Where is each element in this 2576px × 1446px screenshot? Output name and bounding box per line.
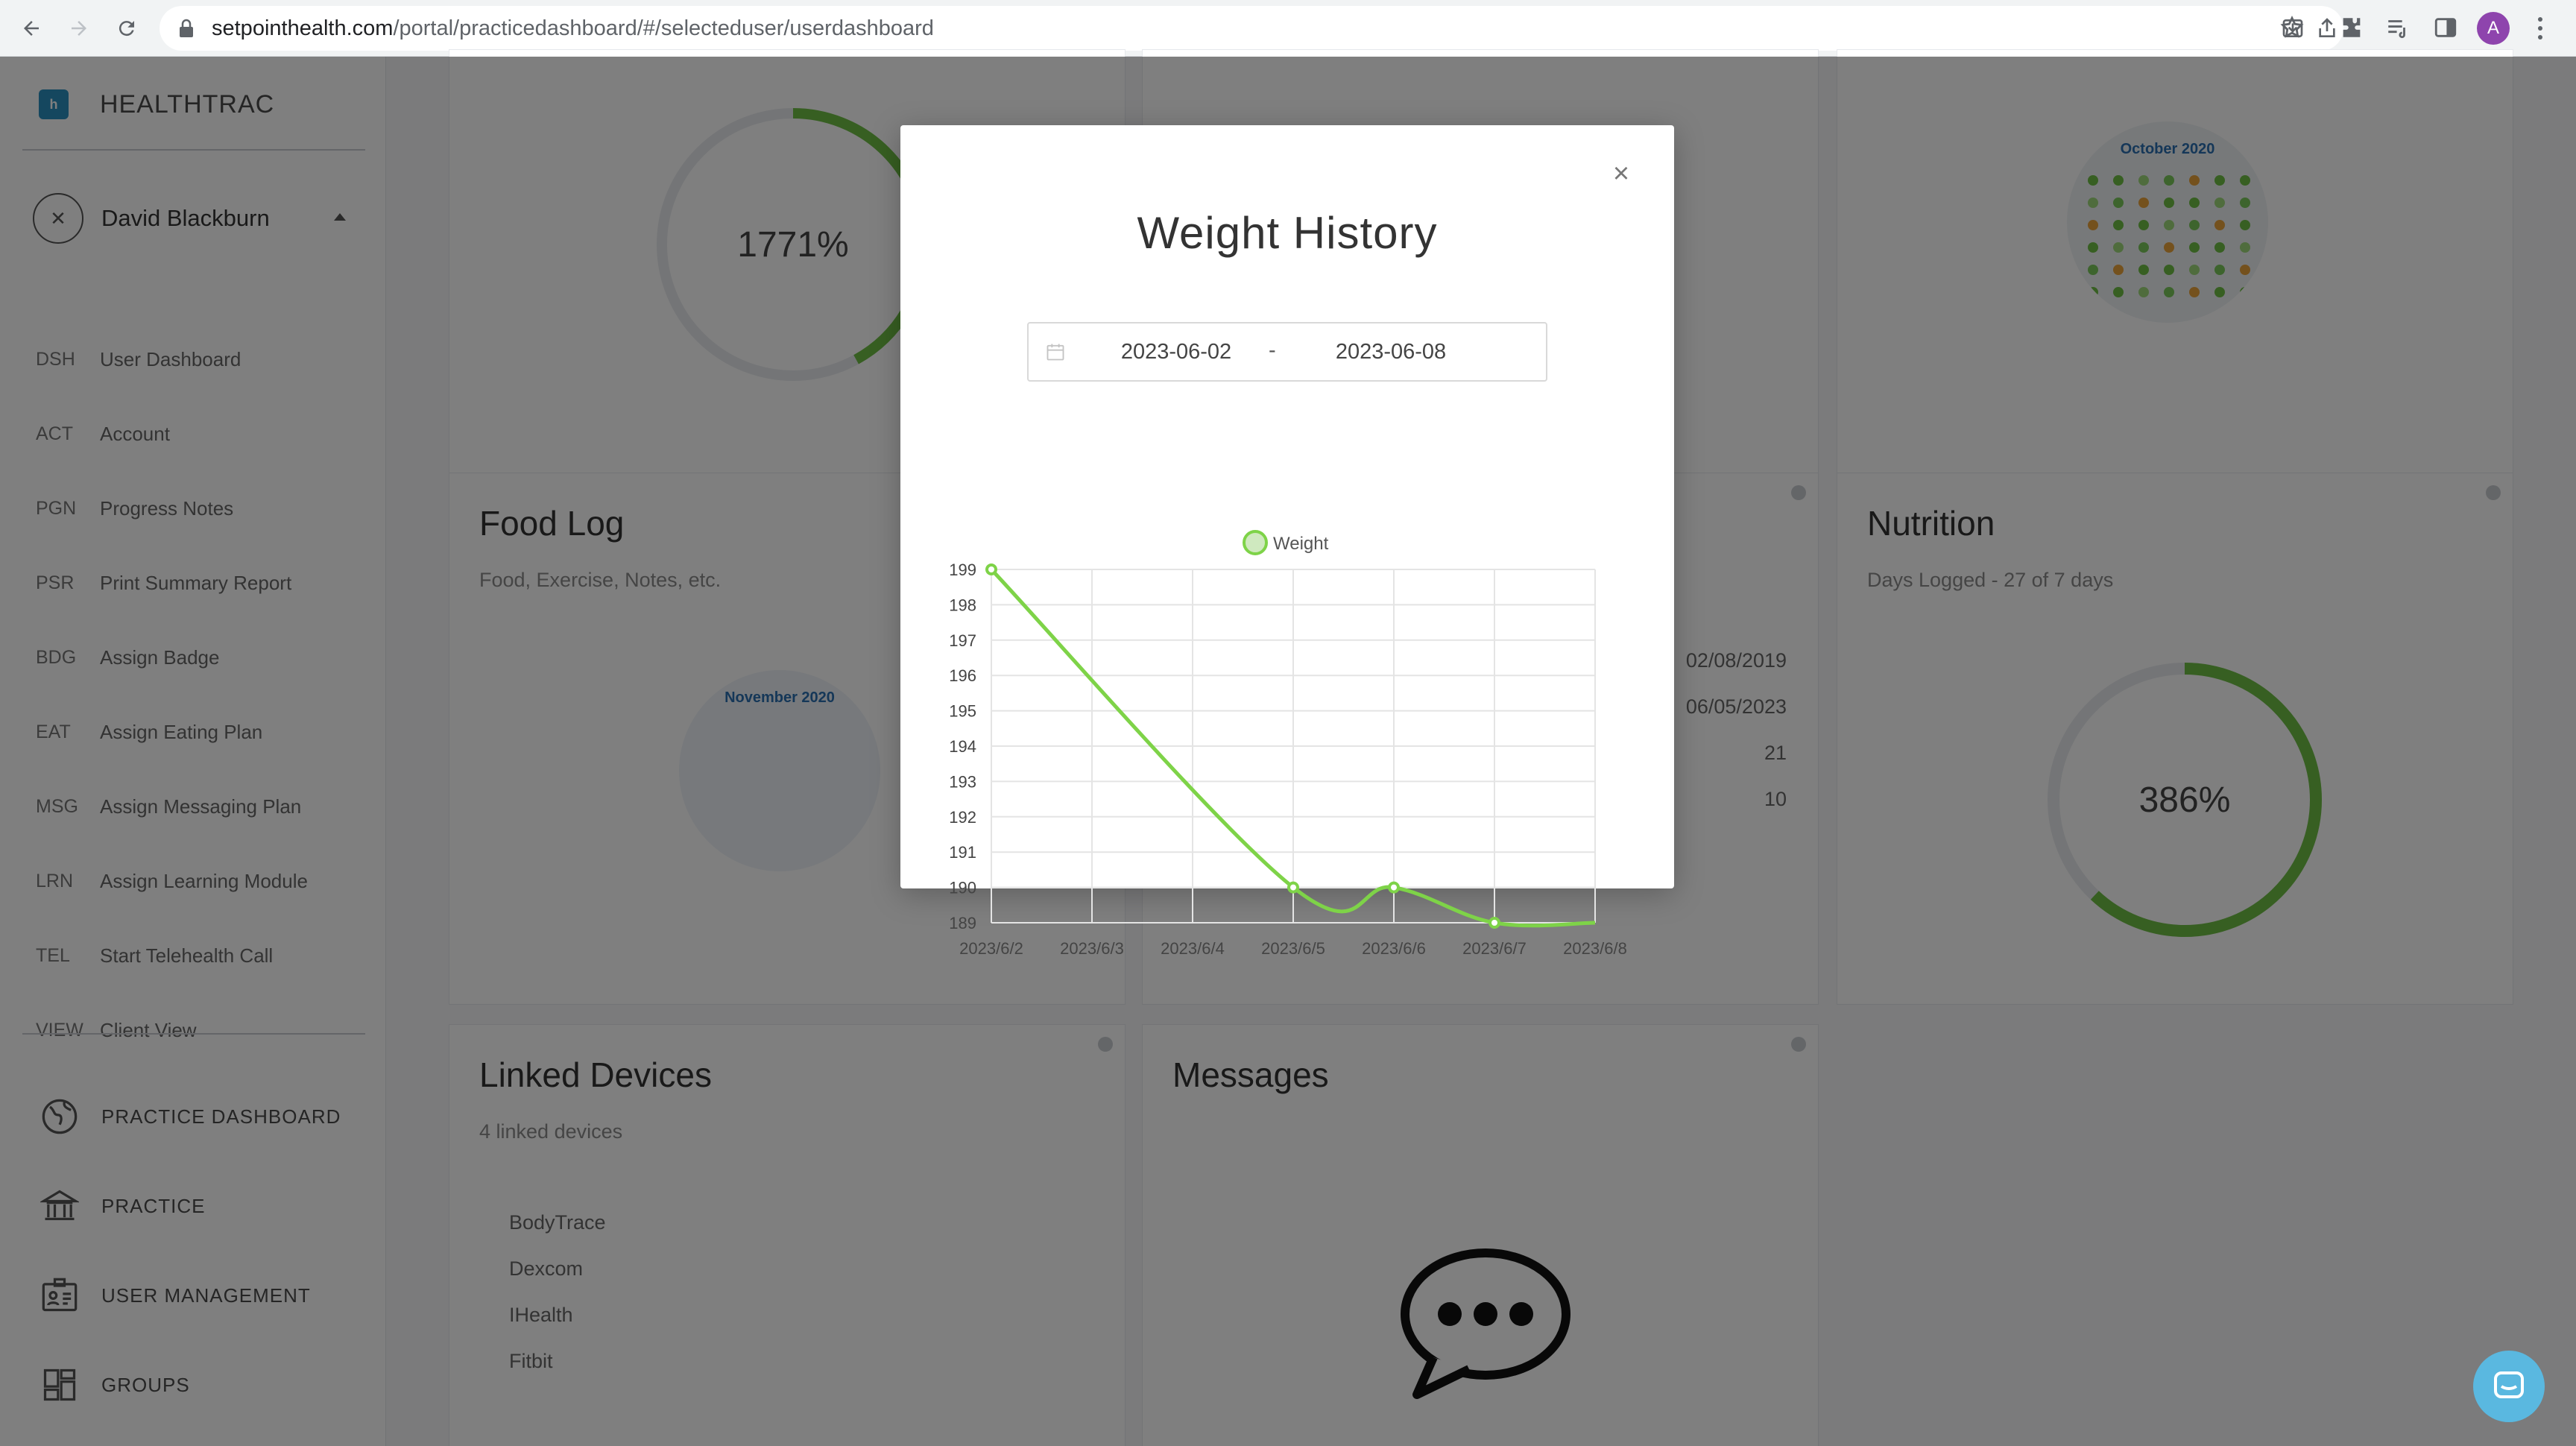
- browser-toolbar: setpointhealth.com/portal/practicedashbo…: [0, 0, 2576, 57]
- close-icon[interactable]: ×: [1609, 160, 1634, 188]
- y-tick-label: 199: [949, 561, 976, 579]
- profile-avatar[interactable]: A: [2477, 12, 2510, 45]
- lock-icon: [180, 19, 193, 37]
- calendar-icon: [1045, 341, 1066, 362]
- extensions-puzzle-icon[interactable]: [2339, 15, 2364, 40]
- arrow-right-icon: [72, 21, 86, 36]
- side-panel-icon[interactable]: [2433, 15, 2458, 40]
- y-tick-label: 192: [949, 808, 976, 827]
- x-tick-label: 2023/6/3: [1060, 939, 1124, 958]
- reload-button[interactable]: [109, 10, 145, 46]
- data-point: [1388, 881, 1400, 894]
- data-point: [1489, 917, 1500, 929]
- address-bar[interactable]: setpointhealth.com/portal/practicedashbo…: [160, 6, 2343, 51]
- date-range-picker[interactable]: 2023-06-02 - 2023-06-08: [1027, 322, 1547, 382]
- date-range-separator: -: [1269, 338, 1276, 362]
- y-tick-label: 196: [949, 666, 976, 685]
- date-start-input[interactable]: 2023-06-02: [1109, 340, 1243, 364]
- share-icon[interactable]: [2315, 16, 2339, 40]
- chat-launcher-button[interactable]: [2473, 1351, 2545, 1422]
- x-tick-label: 2023/6/6: [1362, 939, 1426, 958]
- forward-button[interactable]: [61, 10, 97, 46]
- date-end-input[interactable]: 2023-06-08: [1324, 340, 1458, 364]
- y-tick-label: 190: [949, 879, 976, 897]
- y-tick-label: 194: [949, 737, 976, 756]
- url-path: /portal/practicedashboard/#/selecteduser…: [393, 16, 934, 40]
- url-host: setpointhealth.com: [212, 16, 394, 40]
- x-tick-label: 2023/6/2: [959, 939, 1023, 958]
- back-button[interactable]: [13, 10, 49, 46]
- y-tick-label: 197: [949, 631, 976, 650]
- y-tick-label: 189: [949, 914, 976, 932]
- y-tick-label: 198: [949, 596, 976, 614]
- x-tick-label: 2023/6/8: [1563, 939, 1627, 958]
- y-tick-label: 195: [949, 702, 976, 721]
- modal-title: Weight History: [1137, 208, 1438, 258]
- media-queue-icon[interactable]: [2385, 15, 2411, 40]
- reload-icon: [119, 21, 134, 37]
- legend-label: Weight: [1273, 534, 1329, 554]
- x-tick-label: 2023/6/5: [1261, 939, 1325, 958]
- x-tick-label: 2023/6/7: [1462, 939, 1527, 958]
- browser-menu-icon[interactable]: [2533, 15, 2548, 42]
- y-tick-label: 191: [949, 843, 976, 862]
- weight-history-modal: × Weight History 2023-06-02 - 2023-06-08…: [900, 125, 1674, 958]
- arrow-left-icon: [24, 21, 39, 36]
- chat-icon: [2494, 1371, 2524, 1398]
- data-point: [1287, 881, 1299, 894]
- y-tick-label: 193: [949, 772, 976, 791]
- weight-line-chart: Weight 199 198 197 196 195 194 193 192 191 190 189 2…: [949, 530, 1627, 958]
- data-point: [985, 563, 997, 575]
- bookmark-star-icon[interactable]: [2279, 15, 2305, 40]
- url-text: setpointhealth.com/portal/practicedashbo…: [212, 16, 934, 41]
- legend-swatch: [1243, 530, 1268, 555]
- x-tick-label: 2023/6/4: [1161, 939, 1225, 958]
